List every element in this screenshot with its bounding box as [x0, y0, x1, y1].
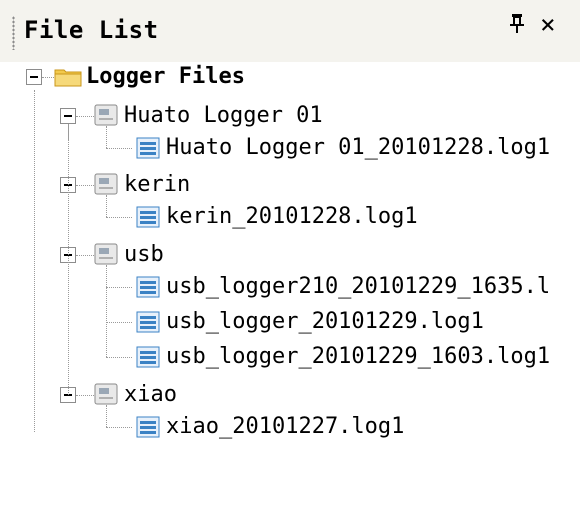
tree-line: [106, 265, 107, 357]
tree-line: [106, 322, 132, 323]
tree-line: [106, 357, 132, 358]
log-file-label[interactable]: kerin_20101228.log1: [166, 203, 418, 231]
log-file-label[interactable]: Huato Logger 01_20101228.log1: [166, 134, 550, 162]
log-file-icon: [136, 276, 160, 298]
panel-title: File List: [24, 16, 159, 44]
tree-line: [106, 126, 107, 148]
tree-line: [106, 148, 132, 149]
tree-line: [106, 427, 132, 428]
log-file-icon: [136, 416, 160, 438]
panel-header: File List ×: [0, 0, 580, 62]
tree-line: [76, 185, 94, 186]
tree-line: [34, 90, 35, 432]
tree-line: [106, 287, 132, 288]
log-file-label[interactable]: xiao_20101227.log1: [166, 413, 404, 441]
logger-label[interactable]: Huato Logger 01: [124, 102, 323, 130]
logger-label[interactable]: xiao: [124, 381, 177, 409]
device-icon: [94, 104, 118, 126]
device-icon: [94, 173, 118, 195]
log-file-icon: [136, 137, 160, 159]
device-icon: [94, 383, 118, 405]
logger-collapse-toggle[interactable]: [60, 108, 76, 124]
log-file-label[interactable]: usb_logger210_20101229_1635.l: [166, 273, 550, 301]
tree-line: [76, 255, 94, 256]
log-file-icon: [136, 311, 160, 333]
tree-line: [76, 116, 94, 117]
close-icon[interactable]: ×: [540, 10, 556, 40]
log-file-icon: [136, 206, 160, 228]
log-file-label[interactable]: usb_logger_20101229_1603.log1: [166, 343, 550, 371]
tree-line: [76, 395, 94, 396]
logger-label[interactable]: usb: [124, 241, 164, 269]
tree-line: [106, 195, 107, 217]
root-collapse-toggle[interactable]: [26, 69, 42, 85]
tree-line: [106, 217, 132, 218]
tree-root-label[interactable]: Logger Files: [86, 63, 245, 91]
file-tree: Logger Files Huato Logger 01 Huato Logge…: [0, 62, 580, 528]
log-file-icon: [136, 346, 160, 368]
pin-icon[interactable]: [508, 12, 526, 40]
logger-label[interactable]: kerin: [124, 171, 190, 199]
tree-line: [68, 124, 69, 395]
tree-line: [42, 77, 54, 78]
folder-icon: [54, 69, 82, 87]
device-icon: [94, 243, 118, 265]
drag-grip-icon[interactable]: [12, 16, 15, 50]
log-file-label[interactable]: usb_logger_20101229.log1: [166, 308, 484, 336]
tree-line: [106, 405, 107, 427]
